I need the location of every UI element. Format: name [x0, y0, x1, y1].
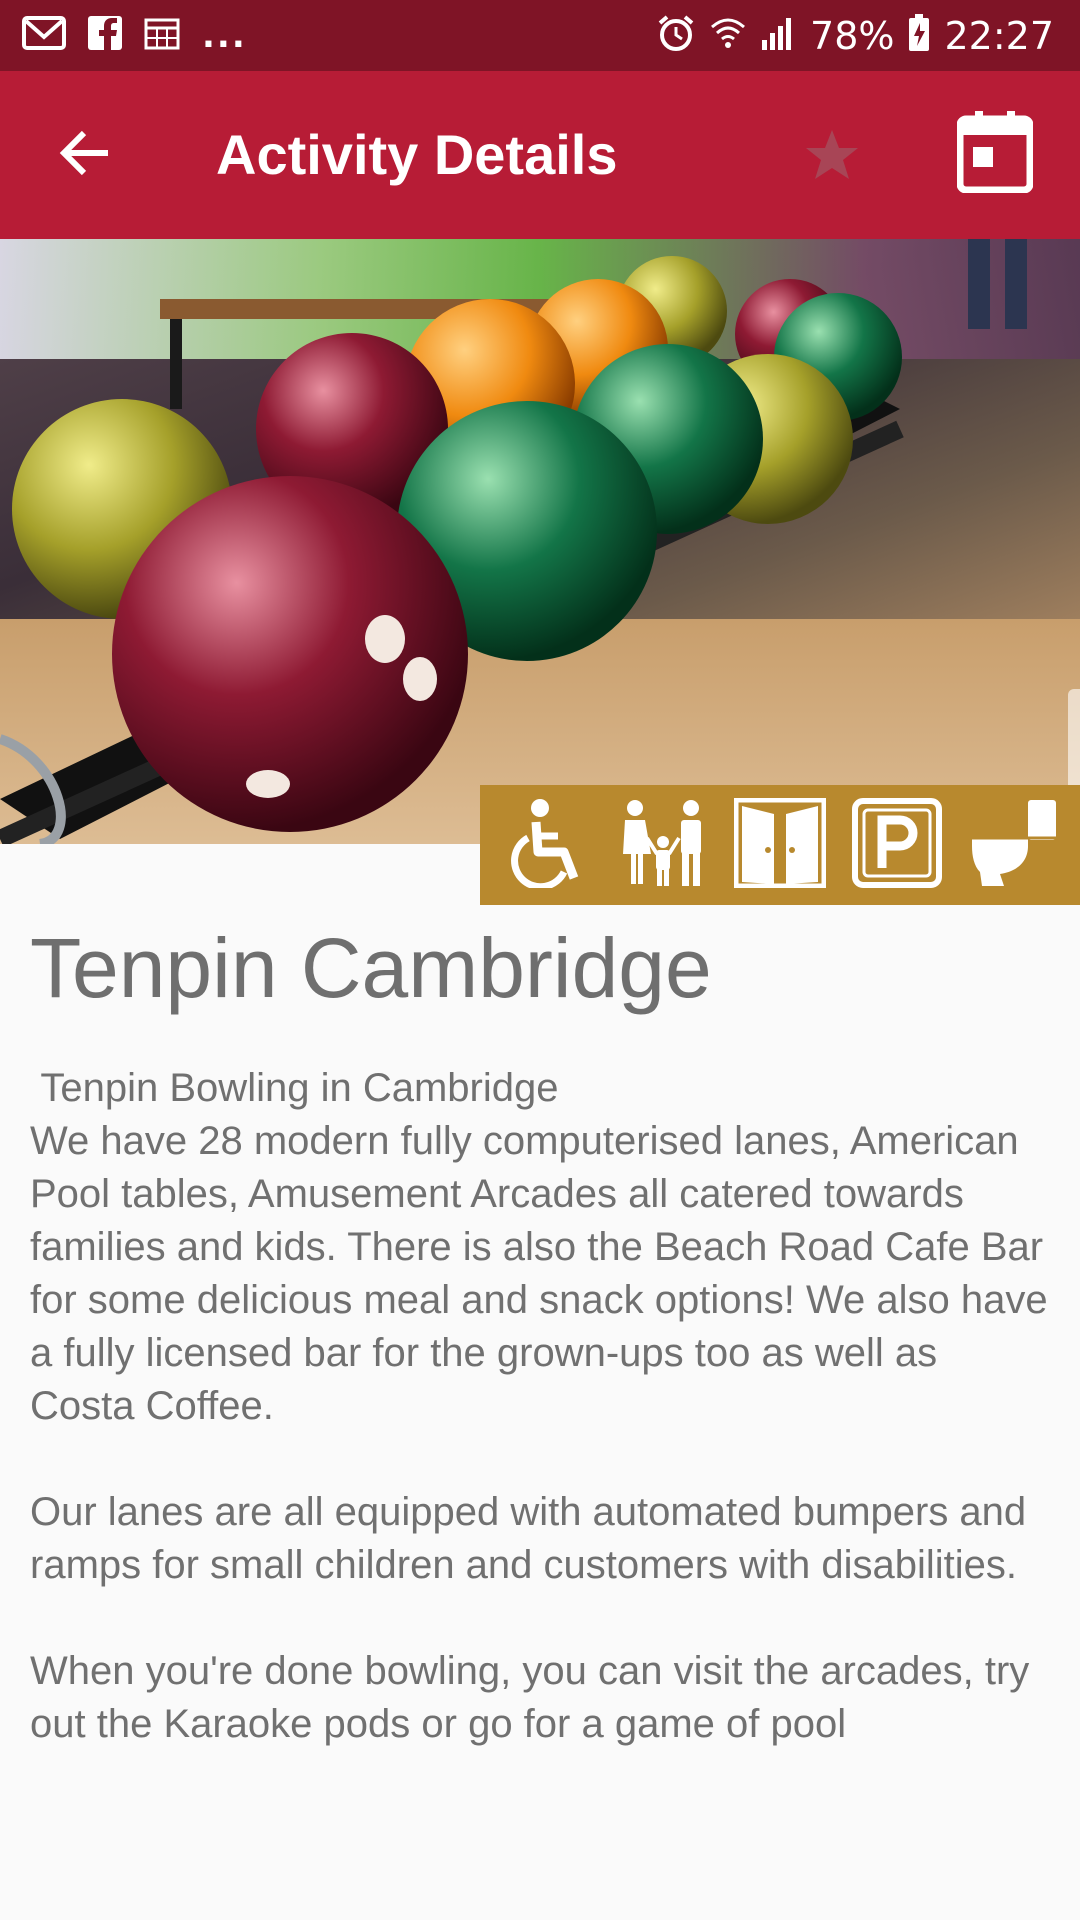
facebook-icon [88, 16, 122, 55]
battery-percent: 78% [810, 13, 895, 58]
amenity-indoor[interactable] [732, 797, 828, 893]
arrow-left-icon [58, 130, 110, 181]
amenity-toilets[interactable] [966, 797, 1062, 893]
toilet-icon [968, 798, 1060, 893]
amenity-parking[interactable] [849, 797, 945, 893]
favorite-button[interactable] [796, 125, 868, 189]
calendar-icon [956, 110, 1034, 198]
amenity-family-friendly[interactable] [615, 797, 711, 893]
gmail-icon [22, 15, 66, 56]
door-icon [733, 797, 827, 893]
star-icon [804, 128, 860, 187]
wifi-icon [710, 15, 746, 56]
notification-overflow: ... [202, 15, 247, 56]
status-bar: ... 78% 22:27 [0, 0, 1080, 71]
alarm-icon [656, 13, 696, 58]
add-to-calendar-button[interactable] [952, 110, 1038, 198]
calendar-grid-icon [144, 16, 180, 55]
amenities-bar [480, 785, 1080, 905]
description-paragraph: Our lanes are all equipped with automate… [30, 1490, 1027, 1587]
parking-icon [851, 797, 942, 893]
status-bar-right: 78% 22:27 [642, 13, 1054, 58]
venue-description: Tenpin Bowling in Cambridge We have 28 m… [30, 1062, 1050, 1804]
hero-image [0, 239, 1080, 844]
battery-icon [908, 14, 930, 57]
clock: 22:27 [944, 13, 1054, 58]
venue-subtitle: Tenpin Bowling in Cambridge [30, 1066, 559, 1110]
app-bar: Activity Details [0, 71, 1080, 239]
amenity-wheelchair-accessible[interactable] [498, 797, 594, 893]
signal-icon [760, 16, 796, 55]
description-paragraph: We have 28 modern fully computerised lan… [30, 1119, 1048, 1428]
description-paragraph: When you're done bowling, you can visit … [30, 1649, 1030, 1746]
status-bar-left: ... [22, 15, 269, 56]
back-button[interactable] [48, 119, 120, 191]
family-icon [617, 798, 709, 893]
wheelchair-icon [506, 798, 586, 893]
page-title: Activity Details [216, 123, 618, 186]
venue-name: Tenpin Cambridge [30, 921, 712, 1015]
